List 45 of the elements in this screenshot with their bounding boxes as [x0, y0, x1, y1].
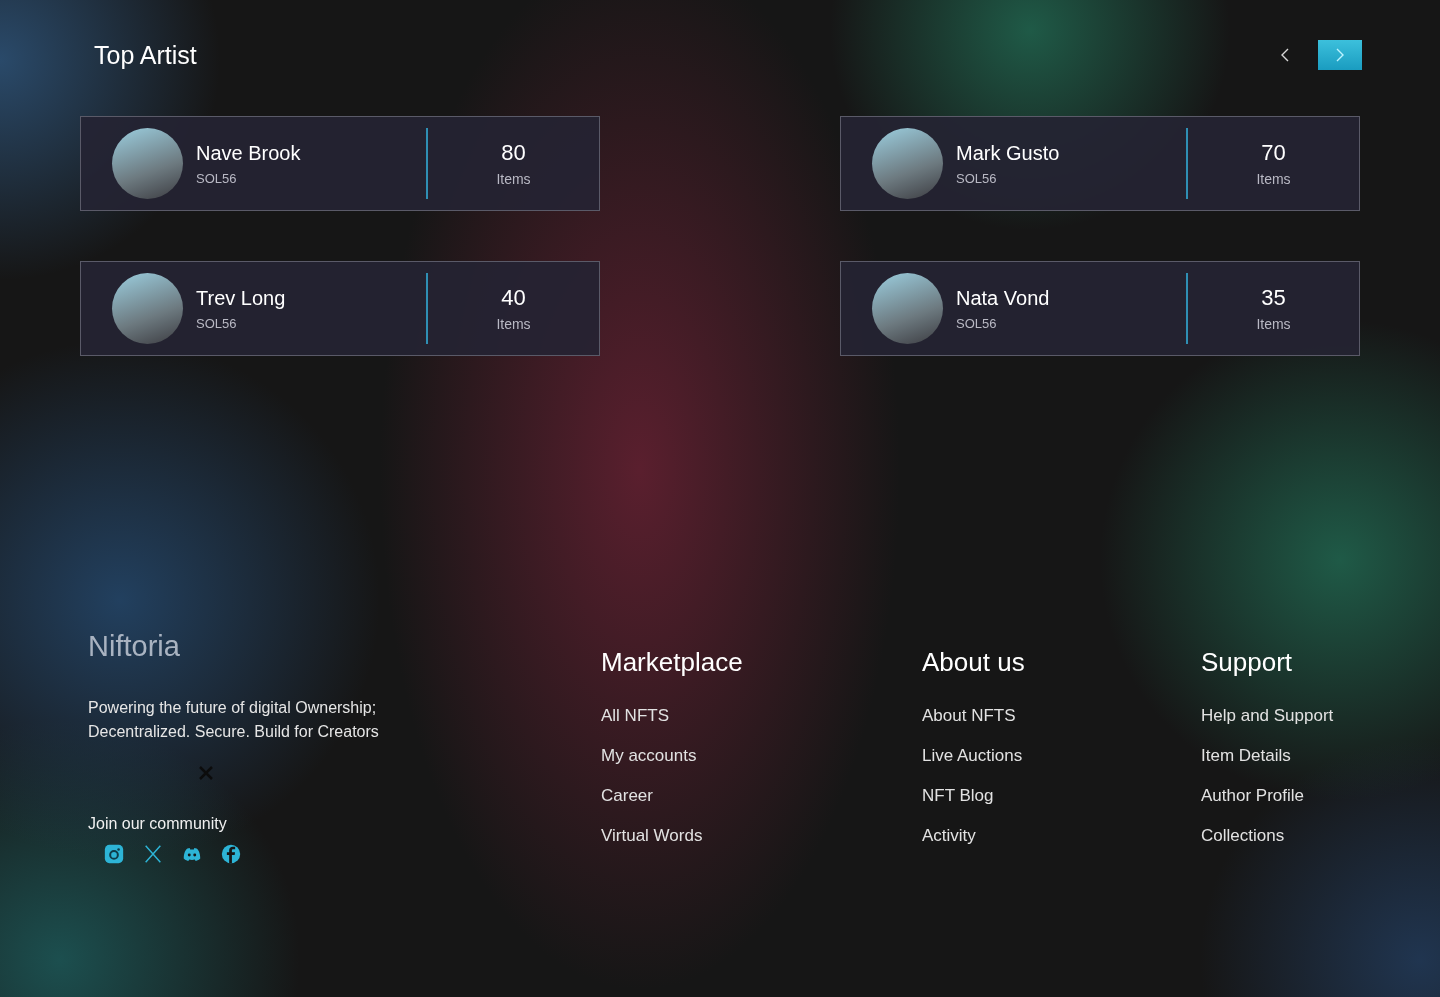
- footer-column-heading: Support: [1201, 646, 1294, 679]
- footer-link[interactable]: All NFTS: [601, 705, 922, 727]
- artist-name: Nata Vond: [956, 285, 1051, 310]
- artist-card[interactable]: Nave Brook SOL56 80 Items: [80, 116, 600, 211]
- artist-name: Nave Brook: [196, 140, 302, 165]
- item-count-label: Items: [496, 169, 531, 188]
- artist-handle: SOL56: [196, 315, 238, 332]
- artist-handle: SOL56: [196, 170, 238, 187]
- artist-handle: SOL56: [956, 315, 998, 332]
- artist-card[interactable]: Nata Vond SOL56 35 Items: [840, 261, 1360, 356]
- footer-link[interactable]: My accounts: [601, 745, 922, 767]
- artist-handle: SOL56: [956, 170, 998, 187]
- footer-link[interactable]: Item Details: [1201, 745, 1401, 767]
- community-label: Join our community: [88, 814, 228, 834]
- section-title: Top Artist: [94, 40, 197, 71]
- facebook-icon[interactable]: [220, 843, 242, 865]
- artist-card[interactable]: Trev Long SOL56 40 Items: [80, 261, 600, 356]
- artist-card[interactable]: Mark Gusto SOL56 70 Items: [840, 116, 1360, 211]
- item-count: 70: [1261, 139, 1286, 166]
- item-count: 80: [501, 139, 526, 166]
- item-count-label: Items: [1256, 169, 1291, 188]
- footer-link[interactable]: NFT Blog: [922, 785, 1201, 807]
- footer-link[interactable]: Collections: [1201, 825, 1401, 847]
- item-count-label: Items: [1256, 314, 1291, 333]
- item-count: 40: [501, 284, 526, 311]
- footer-link[interactable]: Activity: [922, 825, 1201, 847]
- brand-logo-text[interactable]: Niftoria: [88, 630, 601, 662]
- x-logo-icon: [199, 766, 213, 780]
- footer-link[interactable]: Author Profile: [1201, 785, 1401, 807]
- x-logo-icon[interactable]: [142, 843, 164, 865]
- tagline: Powering the future of digital Ownership; Decentralized. Secure. Build for Creators: [88, 698, 380, 742]
- item-count: 35: [1261, 284, 1286, 311]
- footer-link[interactable]: About NFTS: [922, 705, 1201, 727]
- footer-link[interactable]: Live Auctions: [922, 745, 1201, 767]
- chevron-right-icon: [1334, 47, 1346, 63]
- footer-link[interactable]: Career: [601, 785, 922, 807]
- footer-link[interactable]: Virtual Words: [601, 825, 922, 847]
- instagram-icon[interactable]: [103, 843, 125, 865]
- footer-link[interactable]: Help and Support: [1201, 705, 1401, 727]
- artist-name: Mark Gusto: [956, 140, 1061, 165]
- chevron-left-icon: [1279, 47, 1291, 63]
- footer-column-heading: About us: [922, 646, 1026, 679]
- artist-name: Trev Long: [196, 285, 287, 310]
- item-count-label: Items: [496, 314, 531, 333]
- footer-column-heading: Marketplace: [601, 646, 744, 679]
